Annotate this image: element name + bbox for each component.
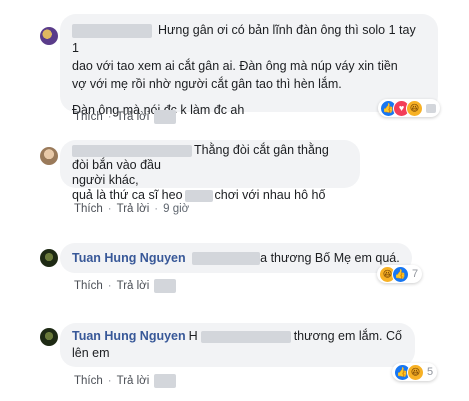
separator: · (107, 375, 112, 387)
like-link[interactable]: Thích (74, 375, 103, 387)
comment-line: người khác, (72, 173, 139, 187)
reaction-count: 7 (412, 268, 419, 280)
comment-bubble: Thằng đòi cắt gân thằng đòi bắn vào đầu … (60, 140, 360, 202)
redacted-time (154, 279, 177, 293)
haha-icon: 😆 (407, 363, 424, 381)
haha-icon: 😆 (406, 99, 423, 117)
separator: · (107, 111, 112, 123)
like-link[interactable]: Thích (74, 203, 103, 215)
comment-actions: Thích · Trả lời (74, 110, 177, 124)
redacted-time (154, 374, 177, 388)
redacted-name (72, 23, 152, 38)
avatar[interactable] (40, 147, 58, 165)
like-icon: 👍 (392, 265, 409, 283)
reaction-summary[interactable]: 👍 😆 5 (392, 363, 438, 381)
redacted-time (154, 110, 177, 124)
avatar[interactable] (40, 249, 58, 267)
comment-bubble: Hưng gân ơi có bản lĩnh đàn ông thì solo… (60, 14, 438, 117)
separator: · (154, 203, 159, 215)
reply-link[interactable]: Trả lời (117, 203, 150, 215)
comment-actions: Thích · Trả lời (74, 374, 177, 388)
redacted-text (184, 189, 213, 202)
timestamp[interactable]: 9 giờ (163, 203, 189, 215)
comment-line: Thằng đòi cắt gân thằng đòi bắn vào đầu (72, 143, 329, 172)
avatar[interactable] (40, 328, 58, 346)
separator: · (107, 280, 112, 292)
reaction-summary[interactable]: 😆 👍 7 (377, 265, 423, 283)
like-link[interactable]: Thích (74, 111, 103, 123)
comment-line: lên em (72, 346, 110, 360)
avatar[interactable] (40, 27, 58, 45)
redacted-text (192, 252, 261, 266)
reply-link[interactable]: Trả lời (117, 111, 150, 123)
like-link[interactable]: Thích (74, 280, 103, 292)
comment-line: Hưng gân ơi có bản lĩnh đàn ông thì solo… (72, 23, 416, 55)
redacted-text (200, 330, 291, 343)
comment-author[interactable]: Tuan Hung Nguyen (72, 329, 186, 343)
comment-bubble: Tuan Hung Nguyen Hthương em lắm. Cố lên e… (60, 323, 415, 367)
separator: · (107, 203, 112, 215)
comment-line: quả là thứ ca sĩ heo chơi với nhau hô hố (72, 188, 326, 202)
reaction-summary[interactable]: 👍 ♥ 😆 (378, 99, 440, 117)
comment-bubble: Tuan Hung Nguyen a thương Bố Mẹ em quá. (60, 243, 412, 273)
reaction-count: 5 (427, 366, 434, 378)
comment-line: vợ với mẹ rồi nhờ người cắt gân tao thì … (72, 77, 342, 91)
redacted-count (426, 103, 436, 113)
redacted-name (72, 144, 192, 157)
reply-link[interactable]: Trả lời (117, 375, 150, 387)
comment-author[interactable]: Tuan Hung Nguyen (72, 251, 186, 265)
comment-actions: Thích · Trả lời (74, 279, 177, 293)
comment-line: dao với tao xem ai cắt gân ai. Đàn ông m… (72, 59, 398, 73)
comment-actions: Thích · Trả lời · 9 giờ (74, 203, 189, 215)
comment-line: Tuan Hung Nguyen Hthương em lắm. Cố (72, 329, 402, 343)
reply-link[interactable]: Trả lời (117, 280, 150, 292)
comment-text: a thương Bố Mẹ em quá. (260, 251, 400, 265)
